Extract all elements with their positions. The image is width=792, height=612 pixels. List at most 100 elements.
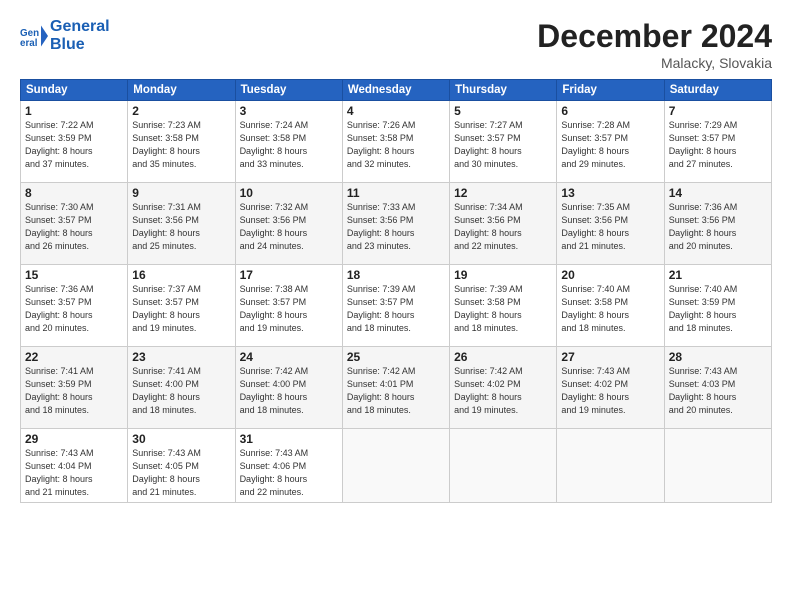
day-cell: 13Sunrise: 7:35 AMSunset: 3:56 PMDayligh… [557,183,664,265]
day-info: Sunrise: 7:43 AMSunset: 4:02 PMDaylight:… [561,365,659,417]
day-cell: 8Sunrise: 7:30 AMSunset: 3:57 PMDaylight… [21,183,128,265]
day-cell: 27Sunrise: 7:43 AMSunset: 4:02 PMDayligh… [557,347,664,429]
day-info: Sunrise: 7:42 AMSunset: 4:01 PMDaylight:… [347,365,445,417]
day-cell [664,429,771,503]
day-cell: 2Sunrise: 7:23 AMSunset: 3:58 PMDaylight… [128,101,235,183]
day-number: 13 [561,186,659,200]
day-info: Sunrise: 7:23 AMSunset: 3:58 PMDaylight:… [132,119,230,171]
day-cell: 12Sunrise: 7:34 AMSunset: 3:56 PMDayligh… [450,183,557,265]
dow-thursday: Thursday [450,80,557,101]
day-number: 23 [132,350,230,364]
month-title: December 2024 [537,18,772,55]
day-info: Sunrise: 7:31 AMSunset: 3:56 PMDaylight:… [132,201,230,253]
day-number: 3 [240,104,338,118]
day-cell: 15Sunrise: 7:36 AMSunset: 3:57 PMDayligh… [21,265,128,347]
dow-friday: Friday [557,80,664,101]
calendar: SundayMondayTuesdayWednesdayThursdayFrid… [20,79,772,503]
dow-tuesday: Tuesday [235,80,342,101]
day-cell: 29Sunrise: 7:43 AMSunset: 4:04 PMDayligh… [21,429,128,503]
day-number: 29 [25,432,123,446]
day-info: Sunrise: 7:32 AMSunset: 3:56 PMDaylight:… [240,201,338,253]
day-number: 6 [561,104,659,118]
day-info: Sunrise: 7:43 AMSunset: 4:06 PMDaylight:… [240,447,338,499]
day-cell: 24Sunrise: 7:42 AMSunset: 4:00 PMDayligh… [235,347,342,429]
day-cell: 11Sunrise: 7:33 AMSunset: 3:56 PMDayligh… [342,183,449,265]
logo-icon: Gen eral [20,22,48,50]
day-number: 25 [347,350,445,364]
day-number: 20 [561,268,659,282]
day-number: 24 [240,350,338,364]
day-cell: 6Sunrise: 7:28 AMSunset: 3:57 PMDaylight… [557,101,664,183]
day-number: 5 [454,104,552,118]
day-cell: 7Sunrise: 7:29 AMSunset: 3:57 PMDaylight… [664,101,771,183]
day-number: 9 [132,186,230,200]
day-number: 14 [669,186,767,200]
logo-text-line2: Blue [50,36,110,54]
day-cell: 1Sunrise: 7:22 AMSunset: 3:59 PMDaylight… [21,101,128,183]
day-number: 21 [669,268,767,282]
day-cell: 20Sunrise: 7:40 AMSunset: 3:58 PMDayligh… [557,265,664,347]
day-number: 1 [25,104,123,118]
day-info: Sunrise: 7:22 AMSunset: 3:59 PMDaylight:… [25,119,123,171]
day-cell: 26Sunrise: 7:42 AMSunset: 4:02 PMDayligh… [450,347,557,429]
day-number: 31 [240,432,338,446]
day-number: 2 [132,104,230,118]
location: Malacky, Slovakia [537,55,772,71]
day-number: 22 [25,350,123,364]
day-cell: 30Sunrise: 7:43 AMSunset: 4:05 PMDayligh… [128,429,235,503]
day-number: 12 [454,186,552,200]
day-info: Sunrise: 7:43 AMSunset: 4:05 PMDaylight:… [132,447,230,499]
day-cell: 18Sunrise: 7:39 AMSunset: 3:57 PMDayligh… [342,265,449,347]
day-cell: 14Sunrise: 7:36 AMSunset: 3:56 PMDayligh… [664,183,771,265]
dow-sunday: Sunday [21,80,128,101]
day-info: Sunrise: 7:37 AMSunset: 3:57 PMDaylight:… [132,283,230,335]
logo-text-line1: General [50,18,110,36]
day-info: Sunrise: 7:26 AMSunset: 3:58 PMDaylight:… [347,119,445,171]
day-number: 30 [132,432,230,446]
day-number: 26 [454,350,552,364]
day-number: 4 [347,104,445,118]
day-info: Sunrise: 7:38 AMSunset: 3:57 PMDaylight:… [240,283,338,335]
day-info: Sunrise: 7:42 AMSunset: 4:00 PMDaylight:… [240,365,338,417]
day-info: Sunrise: 7:27 AMSunset: 3:57 PMDaylight:… [454,119,552,171]
day-info: Sunrise: 7:24 AMSunset: 3:58 PMDaylight:… [240,119,338,171]
page-header: Gen eral General Blue December 2024 Mala… [20,18,772,71]
week-row-4: 22Sunrise: 7:41 AMSunset: 3:59 PMDayligh… [21,347,772,429]
day-info: Sunrise: 7:41 AMSunset: 4:00 PMDaylight:… [132,365,230,417]
week-row-2: 8Sunrise: 7:30 AMSunset: 3:57 PMDaylight… [21,183,772,265]
day-info: Sunrise: 7:39 AMSunset: 3:58 PMDaylight:… [454,283,552,335]
day-number: 28 [669,350,767,364]
day-cell: 31Sunrise: 7:43 AMSunset: 4:06 PMDayligh… [235,429,342,503]
day-cell: 23Sunrise: 7:41 AMSunset: 4:00 PMDayligh… [128,347,235,429]
day-cell: 3Sunrise: 7:24 AMSunset: 3:58 PMDaylight… [235,101,342,183]
days-of-week-row: SundayMondayTuesdayWednesdayThursdayFrid… [21,80,772,101]
day-cell: 16Sunrise: 7:37 AMSunset: 3:57 PMDayligh… [128,265,235,347]
day-cell: 4Sunrise: 7:26 AMSunset: 3:58 PMDaylight… [342,101,449,183]
day-number: 7 [669,104,767,118]
day-number: 11 [347,186,445,200]
day-info: Sunrise: 7:30 AMSunset: 3:57 PMDaylight:… [25,201,123,253]
dow-saturday: Saturday [664,80,771,101]
day-info: Sunrise: 7:40 AMSunset: 3:58 PMDaylight:… [561,283,659,335]
day-info: Sunrise: 7:39 AMSunset: 3:57 PMDaylight:… [347,283,445,335]
day-cell [557,429,664,503]
day-number: 8 [25,186,123,200]
day-number: 10 [240,186,338,200]
week-row-3: 15Sunrise: 7:36 AMSunset: 3:57 PMDayligh… [21,265,772,347]
day-number: 27 [561,350,659,364]
day-cell: 10Sunrise: 7:32 AMSunset: 3:56 PMDayligh… [235,183,342,265]
day-info: Sunrise: 7:43 AMSunset: 4:03 PMDaylight:… [669,365,767,417]
dow-monday: Monday [128,80,235,101]
day-cell: 25Sunrise: 7:42 AMSunset: 4:01 PMDayligh… [342,347,449,429]
day-cell: 9Sunrise: 7:31 AMSunset: 3:56 PMDaylight… [128,183,235,265]
title-block: December 2024 Malacky, Slovakia [537,18,772,71]
day-number: 15 [25,268,123,282]
day-info: Sunrise: 7:29 AMSunset: 3:57 PMDaylight:… [669,119,767,171]
week-row-5: 29Sunrise: 7:43 AMSunset: 4:04 PMDayligh… [21,429,772,503]
dow-wednesday: Wednesday [342,80,449,101]
day-cell: 5Sunrise: 7:27 AMSunset: 3:57 PMDaylight… [450,101,557,183]
week-row-1: 1Sunrise: 7:22 AMSunset: 3:59 PMDaylight… [21,101,772,183]
day-cell: 21Sunrise: 7:40 AMSunset: 3:59 PMDayligh… [664,265,771,347]
logo: Gen eral General Blue [20,18,110,53]
day-cell: 22Sunrise: 7:41 AMSunset: 3:59 PMDayligh… [21,347,128,429]
